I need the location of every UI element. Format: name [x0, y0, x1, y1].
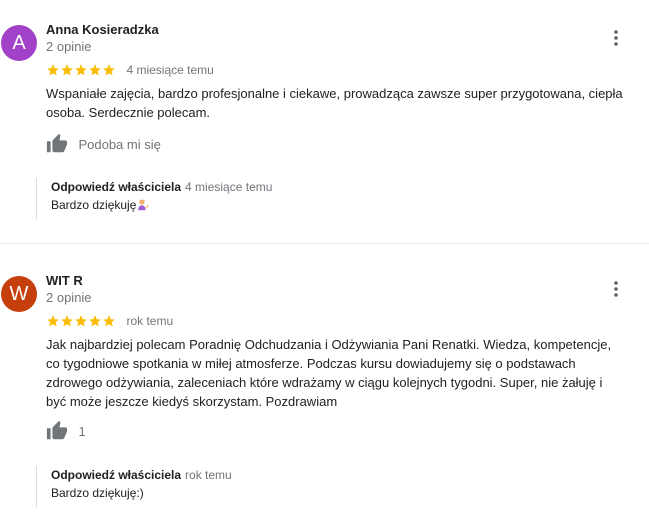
star-rating	[46, 312, 116, 330]
owner-reply: Odpowiedź właściciela rok temu Bardzo dzi…	[36, 466, 631, 507]
owner-reply-title: Odpowiedź właściciela	[51, 468, 182, 482]
review-divider	[0, 243, 649, 244]
star-icon	[75, 314, 87, 327]
owner-reply-time: rok temu	[185, 468, 232, 482]
like-button[interactable]: Podoba mi się	[46, 133, 161, 155]
more-vert-icon	[614, 281, 618, 297]
owner-reply-text-row: Bardzo dziękuję	[51, 196, 631, 216]
rating-row: 4 miesiące temu	[46, 61, 214, 77]
star-icon	[89, 314, 101, 327]
reviewer-name[interactable]: Anna Kosieradzka	[46, 22, 159, 37]
reviewer-review-count: 2 opinie	[46, 39, 92, 54]
star-rating	[46, 61, 116, 79]
star-icon	[61, 314, 73, 327]
more-options-button[interactable]	[604, 277, 628, 301]
person-tipping-hand-emoji	[137, 198, 150, 216]
owner-reply-title: Odpowiedź właściciela	[51, 180, 182, 194]
thumb-up-icon	[46, 133, 68, 153]
thumb-up-icon	[46, 420, 68, 440]
review-text: Wspaniałe zajęcia, bardzo profesjonalne …	[46, 86, 623, 120]
owner-reply-header: Odpowiedź właściciela rok temu	[51, 466, 631, 484]
like-label: Podoba mi się	[78, 136, 161, 152]
owner-reply: Odpowiedź właściciela 4 miesiące temu Bar…	[36, 178, 631, 219]
rating-row: rok temu	[46, 312, 173, 328]
star-icon	[103, 63, 115, 76]
star-icon	[61, 63, 73, 76]
star-icon	[103, 314, 115, 327]
reviewer-name[interactable]: WIT R	[46, 273, 83, 288]
owner-reply-time: 4 miesiące temu	[185, 180, 273, 194]
star-icon	[47, 314, 59, 327]
avatar[interactable]: W	[1, 276, 37, 312]
avatar[interactable]: A	[1, 25, 37, 61]
review-text: Jak najbardziej polecam Poradnię Odchudz…	[46, 337, 612, 409]
like-count: 1	[78, 423, 86, 439]
star-icon	[75, 63, 87, 76]
review-time: rok temu	[126, 314, 174, 328]
owner-reply-text: Bardzo dziękuję	[51, 198, 137, 212]
like-button[interactable]: 1	[46, 420, 86, 442]
star-icon	[89, 63, 101, 76]
owner-reply-header: Odpowiedź właściciela 4 miesiące temu	[51, 178, 631, 196]
star-icon	[47, 63, 59, 76]
owner-reply-text: Bardzo dziękuję:)	[51, 486, 144, 500]
more-vert-icon	[614, 30, 618, 46]
review-time: 4 miesiące temu	[126, 63, 214, 77]
reviewer-review-count: 2 opinie	[46, 290, 92, 305]
more-options-button[interactable]	[604, 26, 628, 50]
